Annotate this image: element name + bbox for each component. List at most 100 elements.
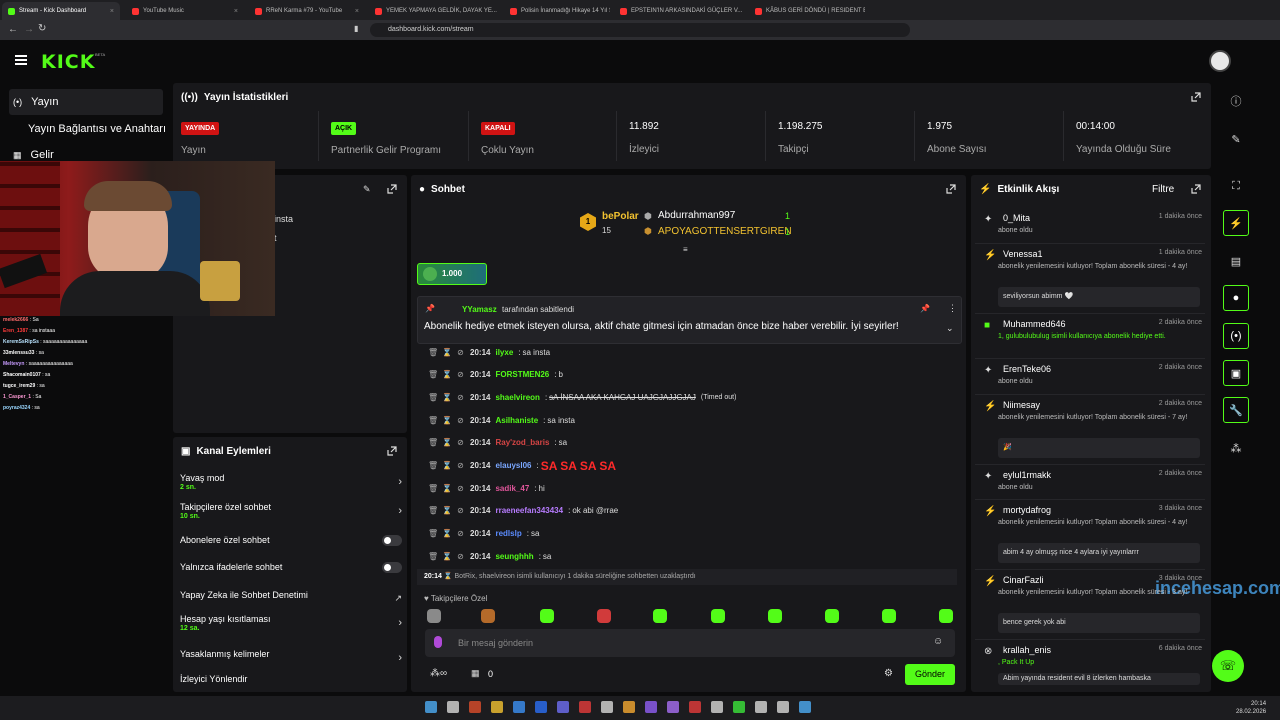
timeout-icon[interactable]: ⌛ — [442, 506, 452, 515]
message-user[interactable]: redlslp — [495, 529, 521, 538]
taskbar-app-icon[interactable] — [601, 701, 613, 713]
timeout-icon[interactable]: ⌛ — [442, 484, 452, 493]
browser-tab[interactable]: KÂBUS GERİ DÖNDÜ | RESIDENT EVIL ...× — [749, 2, 865, 20]
delete-icon[interactable]: 🗑 — [428, 370, 438, 379]
delete-icon[interactable]: 🗑 — [428, 506, 438, 515]
settings-icon[interactable]: ⚙ — [884, 668, 893, 679]
taskbar-app-icon[interactable] — [469, 701, 481, 713]
points-icon[interactable]: ⁂∞ — [430, 668, 447, 679]
chevron-down-icon[interactable]: ≡ — [683, 245, 688, 254]
nav-item-stream[interactable]: (•) Yayın — [9, 89, 163, 115]
emote-icon[interactable] — [882, 609, 896, 623]
emote-icon[interactable] — [711, 609, 725, 623]
ban-icon[interactable]: ⊘ — [456, 484, 465, 493]
timeout-icon[interactable]: ⌛ — [442, 552, 452, 561]
filter-button[interactable]: Filtre — [1152, 184, 1174, 195]
close-icon[interactable]: × — [110, 8, 114, 15]
emote-icon[interactable] — [427, 609, 441, 623]
info-icon[interactable]: ⓘ — [1223, 88, 1249, 114]
send-button[interactable]: Gönder — [905, 664, 955, 685]
browser-tab[interactable]: Polisin İnanmadığı Hikaye 14 Yıl Sonra× — [504, 2, 610, 20]
message-user[interactable]: FORSTMEN26 — [495, 370, 549, 379]
activity-user[interactable]: krallah_enis — [1003, 645, 1051, 655]
taskbar-app-icon[interactable] — [425, 701, 437, 713]
close-icon[interactable]: × — [234, 8, 238, 15]
edit-icon[interactable]: ✎ — [1223, 126, 1249, 152]
edit-icon[interactable]: ✎ — [363, 184, 371, 195]
popout-icon[interactable] — [387, 184, 397, 194]
emote-icon[interactable] — [597, 609, 611, 623]
delete-icon[interactable]: 🗑 — [428, 348, 438, 357]
browser-tab[interactable]: EPSTEIN'IN ARKASINDAKİ GÜÇLER V...× — [614, 2, 744, 20]
followers-only-row[interactable]: Takipçilere özel sohbet 10 sn. › — [180, 502, 402, 520]
bookmark-icon[interactable]: ▮ — [354, 24, 358, 33]
microphone-icon[interactable] — [434, 636, 442, 648]
reload-icon[interactable]: ↻ — [38, 23, 46, 34]
top-gifter-name[interactable]: bePolar — [602, 211, 639, 222]
chat-input[interactable]: Bir mesaj gönderin ☺ — [425, 629, 955, 657]
capture-icon[interactable]: ⛶ — [1223, 173, 1249, 199]
emoji-icon[interactable]: ☺ — [933, 636, 943, 647]
menu-icon[interactable] — [15, 55, 27, 65]
taskbar-app-icon[interactable] — [513, 701, 525, 713]
activity-user[interactable]: mortydafrog — [1003, 505, 1051, 515]
activity-user[interactable]: Venessa1 — [1003, 249, 1043, 259]
close-icon[interactable]: × — [355, 8, 359, 15]
popout-icon[interactable] — [1191, 92, 1201, 102]
wrench-icon[interactable]: 🔧 — [1223, 397, 1249, 423]
taskbar-app-icon[interactable] — [447, 701, 459, 713]
more-icon[interactable]: ⋮ — [948, 303, 957, 314]
message-user[interactable]: shaelvireon — [495, 393, 539, 402]
popout-icon[interactable] — [387, 446, 397, 456]
subscribers-only-toggle[interactable] — [382, 535, 402, 546]
emote-icon[interactable] — [825, 609, 839, 623]
timeout-icon[interactable]: ⌛ — [442, 416, 452, 425]
emote-icon[interactable] — [653, 609, 667, 623]
chevron-down-icon[interactable]: ⌄ — [946, 323, 954, 334]
browser-tab[interactable]: YouTube Music × — [126, 2, 244, 20]
ban-icon[interactable]: ⊘ — [456, 393, 465, 402]
apps-icon[interactable]: ⁂ — [1223, 435, 1249, 461]
broadcast-icon[interactable]: (•) — [1223, 323, 1249, 349]
taskbar-app-icon[interactable] — [491, 701, 503, 713]
gifter-name[interactable]: Abdurrahman997 — [658, 210, 735, 221]
activity-user[interactable]: eylul1rmakk — [1003, 470, 1051, 480]
taskbar-app-icon[interactable] — [557, 701, 569, 713]
timeout-icon[interactable]: ⌛ — [442, 461, 452, 470]
delete-icon[interactable]: 🗑 — [428, 393, 438, 402]
slow-mode-row[interactable]: Yavaş mod 2 sn. › — [180, 473, 402, 491]
ban-icon[interactable]: ⊘ — [456, 552, 465, 561]
kick-logo[interactable]: KICK — [41, 51, 95, 73]
back-icon[interactable]: ← — [8, 24, 18, 35]
taskbar-app-icon[interactable] — [579, 701, 591, 713]
activity-user[interactable]: ErenTeke06 — [1003, 364, 1051, 374]
taskbar-app-icon[interactable] — [689, 701, 701, 713]
pinned-by-user[interactable]: YYamasz — [462, 305, 497, 314]
popout-icon[interactable] — [946, 184, 956, 194]
taskbar-app-icon[interactable] — [755, 701, 767, 713]
emote-icon[interactable] — [481, 609, 495, 623]
message-user[interactable]: Ray'zod_baris — [495, 438, 549, 447]
ban-icon[interactable]: ⊘ — [456, 348, 465, 357]
ban-icon[interactable]: ⊘ — [456, 506, 465, 515]
ai-moderation-row[interactable]: Yapay Zeka ile Sohbet Denetimi ↗ — [180, 590, 402, 603]
taskbar-app-icon[interactable] — [645, 701, 657, 713]
emotes-only-toggle[interactable] — [382, 562, 402, 573]
delete-icon[interactable]: 🗑 — [428, 461, 438, 470]
ban-icon[interactable]: ⊘ — [456, 438, 465, 447]
emote-icon[interactable] — [540, 609, 554, 623]
timeout-icon[interactable]: ⌛ — [442, 370, 452, 379]
raid-row[interactable]: İzleyici Yönlendir — [180, 674, 402, 684]
avatar[interactable] — [1209, 50, 1231, 72]
activity-user[interactable]: Muhammed646 — [1003, 319, 1066, 329]
message-user[interactable]: seunghhh — [495, 552, 533, 561]
activity-user[interactable]: Niimesay — [1003, 400, 1040, 410]
browser-tab[interactable]: RReN Karma #79 - YouTube × — [249, 2, 365, 20]
activity-user[interactable]: 0_Mita — [1003, 213, 1030, 223]
emote-icon[interactable] — [768, 609, 782, 623]
unpin-icon[interactable]: 📌 — [920, 304, 930, 313]
ban-icon[interactable]: ⊘ — [456, 416, 465, 425]
message-user[interactable]: elauysl06 — [495, 461, 531, 470]
chat-bubble-icon[interactable]: ● — [1223, 285, 1249, 311]
layout-icon[interactable]: ▣ — [1223, 360, 1249, 386]
